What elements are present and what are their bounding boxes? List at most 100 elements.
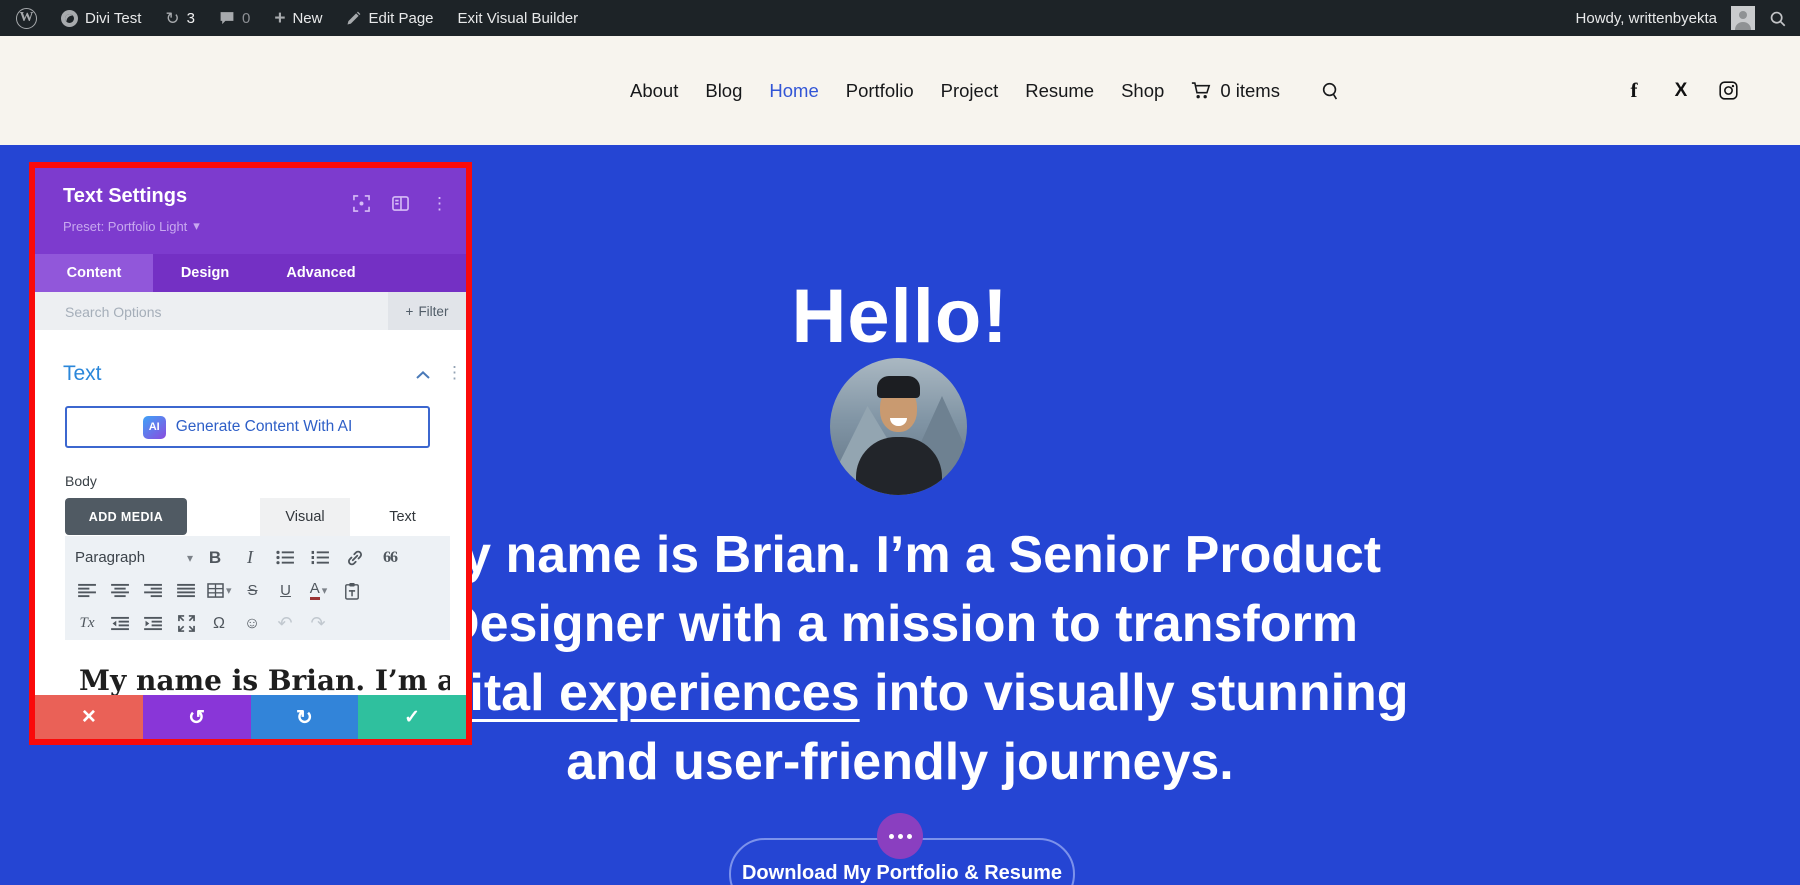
tab-advanced[interactable]: Advanced [257,254,385,292]
redo-button[interactable]: ↷ [306,612,330,636]
modal-action-bar: × ↺ ↻ ✓ [35,695,466,739]
admin-search-button[interactable] [1769,10,1786,27]
nav-item-home[interactable]: Home [769,80,818,102]
cart-link[interactable]: 0 items [1191,80,1280,102]
underline-button[interactable]: U [274,579,298,603]
generate-content-ai-button[interactable]: AI Generate Content With AI [65,406,430,448]
clear-formatting-button[interactable]: Tx [75,612,99,636]
update-count: 3 [187,10,195,27]
page: W Divi Test ↻ 3 0 + New [0,0,1800,885]
caret-down-icon: ▾ [187,551,193,565]
paragraph-format-dropdown[interactable]: Paragraph ▾ [75,549,193,566]
numbered-list-button[interactable] [308,546,332,570]
italic-button[interactable]: I [238,546,262,570]
align-right-button[interactable] [141,579,165,603]
add-media-button[interactable]: ADD MEDIA [65,498,187,535]
search-icon [1321,81,1340,100]
exit-visual-builder-label: Exit Visual Builder [458,10,579,27]
chevron-up-icon[interactable] [416,371,430,379]
table-button[interactable]: ▾ [207,579,232,603]
filter-label: Filter [418,304,448,319]
howdy-label: Howdy, writtenbyekta [1576,10,1717,27]
site-name-label: Divi Test [85,10,141,27]
intro-line-3-rest: into visually stunning [860,664,1409,722]
modal-header: Text Settings Preset: Portfolio Light ▾ … [35,168,466,254]
main-nav: About Blog Home Portfolio Project Resume… [630,36,1340,145]
ai-button-label: Generate Content With AI [176,418,353,436]
plus-icon: + [406,304,414,319]
fullscreen-button[interactable] [174,612,198,636]
x-twitter-icon[interactable]: X [1671,81,1691,101]
pencil-icon [346,11,361,26]
module-options-dots-button[interactable] [877,813,923,859]
body-field-label: Body [65,473,97,489]
howdy-menu[interactable]: Howdy, writtenbyekta [1576,10,1717,27]
preset-selector[interactable]: Preset: Portfolio Light ▾ [63,218,200,234]
updates-menu[interactable]: ↻ 3 [165,10,195,27]
editor-content-text: My name is Brian. I’m a [79,664,450,697]
nav-item-shop[interactable]: Shop [1121,80,1164,102]
edit-page-menu[interactable]: Edit Page [346,10,433,27]
modal-tabs: Content Design Advanced [35,254,466,292]
align-center-button[interactable] [108,579,132,603]
bold-button[interactable]: B [203,546,227,570]
paste-as-text-button[interactable] [340,579,364,603]
save-button[interactable]: ✓ [358,695,466,739]
redo-action-button[interactable]: ↻ [251,695,359,739]
link-button[interactable] [343,546,367,570]
cart-icon [1191,81,1212,100]
new-menu[interactable]: + New [274,9,322,28]
editor-tab-visual[interactable]: Visual [260,498,350,536]
undo-action-button[interactable]: ↺ [143,695,251,739]
paragraph-format-label: Paragraph [75,549,145,566]
cart-count-label: 0 items [1220,80,1280,102]
text-section-kebab-icon[interactable]: ⋮ [446,364,463,381]
new-label: New [292,10,322,27]
site-name-menu[interactable]: Divi Test [61,10,141,27]
site-header: About Blog Home Portfolio Project Resume… [0,36,1800,145]
site-icon [61,10,78,27]
nav-item-portfolio[interactable]: Portfolio [846,80,914,102]
snap-panel-icon[interactable] [392,195,409,212]
comment-icon [219,11,235,26]
align-left-button[interactable] [75,579,99,603]
instagram-icon[interactable] [1718,81,1738,101]
update-icon: ↻ [165,10,179,27]
kebab-menu-icon[interactable]: ⋮ [431,195,448,212]
photo-person-hair [877,376,920,398]
special-character-button[interactable]: Ω [207,612,231,636]
blockquote-button[interactable]: 66 [378,546,402,570]
nav-item-resume[interactable]: Resume [1025,80,1094,102]
exit-visual-builder[interactable]: Exit Visual Builder [458,10,579,27]
plus-icon: + [274,9,285,28]
user-avatar[interactable] [1731,6,1755,30]
admin-bar-right: Howdy, writtenbyekta [1576,6,1800,30]
undo-button[interactable]: ↶ [273,612,297,636]
emoticon-button[interactable]: ☺ [240,612,264,636]
text-section-title: Text [63,362,102,386]
nav-item-project[interactable]: Project [941,80,999,102]
tab-design[interactable]: Design [153,254,257,292]
editor-toolbar: Paragraph ▾ B I 66 [65,536,450,640]
tab-content[interactable]: Content [35,254,153,292]
nav-item-about[interactable]: About [630,80,678,102]
text-color-button[interactable]: A ▾ [307,579,331,603]
discard-button[interactable]: × [35,695,143,739]
bullet-list-button[interactable] [273,546,297,570]
justify-button[interactable] [174,579,198,603]
strikethrough-button[interactable]: S [241,579,265,603]
profile-photo [830,358,967,495]
editor-tab-text[interactable]: Text [355,498,450,536]
header-search-button[interactable] [1321,81,1340,100]
caret-down-icon: ▾ [322,584,328,597]
outdent-button[interactable] [108,612,132,636]
focus-mode-icon[interactable] [353,195,370,212]
nav-item-blog[interactable]: Blog [705,80,742,102]
search-options-input[interactable] [63,292,307,332]
wp-logo-menu[interactable]: W [16,8,37,29]
comments-menu[interactable]: 0 [219,10,250,27]
options-search-bar: + Filter [35,292,466,330]
facebook-icon[interactable]: f [1624,81,1644,101]
filter-button[interactable]: + Filter [388,292,466,330]
indent-button[interactable] [141,612,165,636]
